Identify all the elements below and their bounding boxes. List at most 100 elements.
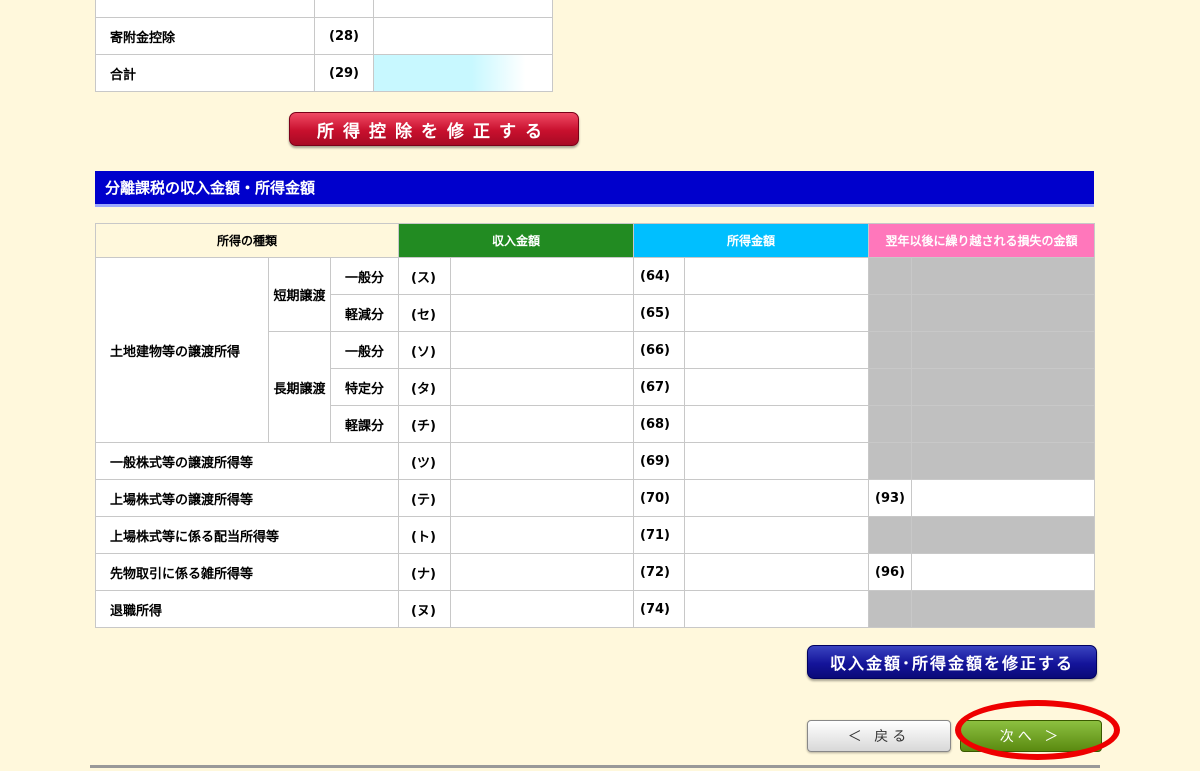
- shotoku-value: [684, 331, 869, 369]
- loss-value: [911, 590, 1095, 628]
- shotoku-value: [684, 516, 869, 554]
- income-kind-label: 上場株式等に係る配当所得等: [95, 516, 399, 554]
- shotoku-code: (68): [633, 405, 685, 443]
- shotoku-code: (72): [633, 553, 685, 591]
- income-kind-label: 退職所得: [95, 590, 399, 628]
- income-code: (テ): [398, 479, 451, 517]
- loss-code: [868, 442, 912, 480]
- deduction-table: 寄附金控除 (28) 合計 (29): [95, 0, 553, 92]
- shotoku-code: (70): [633, 479, 685, 517]
- shotoku-value: [684, 405, 869, 443]
- back-button[interactable]: ＜ 戻る: [807, 720, 951, 752]
- income-value: [450, 294, 634, 332]
- header-shotoku: 所得金額: [633, 223, 869, 258]
- shotoku-code: (67): [633, 368, 685, 406]
- shotoku-code: (69): [633, 442, 685, 480]
- shotoku-value: [684, 257, 869, 295]
- income-code: (セ): [398, 294, 451, 332]
- next-button[interactable]: 次へ ＞: [960, 720, 1102, 752]
- shotoku-value: [684, 442, 869, 480]
- shotoku-value: [684, 294, 869, 332]
- loss-code: [868, 516, 912, 554]
- income-code: (ト): [398, 516, 451, 554]
- income-value: [450, 257, 634, 295]
- table-row: 先物取引に係る雑所得等 (ナ) (72) (96): [95, 553, 1095, 591]
- shotoku-code: (64): [633, 257, 685, 295]
- sub-kind: 軽課分: [330, 405, 399, 443]
- edit-income-button[interactable]: 収入金額･所得金額を修正する: [807, 645, 1097, 679]
- short-term-label: 短期譲渡: [268, 257, 331, 332]
- header-income: 収入金額: [398, 223, 634, 258]
- deduction-code: [314, 0, 374, 18]
- income-code: (ツ): [398, 442, 451, 480]
- loss-code: [868, 405, 912, 443]
- deduction-value: [372, 17, 553, 55]
- deduction-total-value: [372, 54, 553, 92]
- loss-value: [911, 516, 1095, 554]
- edit-deduction-button[interactable]: 所得控除を修正する: [289, 112, 579, 146]
- income-value: [450, 331, 634, 369]
- income-kind-label: 上場株式等の譲渡所得等: [95, 479, 399, 517]
- shotoku-value: [684, 479, 869, 517]
- income-code: (ナ): [398, 553, 451, 591]
- table-row: 寄附金控除 (28): [95, 17, 553, 55]
- income-kind-label: 先物取引に係る雑所得等: [95, 553, 399, 591]
- table-row: 合計 (29): [95, 54, 553, 92]
- table-row: [95, 0, 553, 18]
- loss-code: [868, 257, 912, 295]
- deduction-label: 寄附金控除: [95, 17, 315, 55]
- income-code: (タ): [398, 368, 451, 406]
- shotoku-code: (66): [633, 331, 685, 369]
- income-value: [450, 516, 634, 554]
- header-loss: 翌年以後に繰り越される損失の金額: [868, 223, 1095, 258]
- land-building-label: 土地建物等の譲渡所得: [95, 257, 269, 443]
- loss-code: [868, 590, 912, 628]
- income-value: [450, 405, 634, 443]
- divider: [90, 765, 1100, 768]
- section-title: 分離課税の収入金額・所得金額: [95, 171, 1094, 207]
- table-row: 一般株式等の譲渡所得等 (ツ) (69): [95, 442, 1095, 480]
- shotoku-code: (74): [633, 590, 685, 628]
- loss-value: [911, 257, 1095, 295]
- income-code: (ソ): [398, 331, 451, 369]
- shotoku-code: (71): [633, 516, 685, 554]
- table-row: 上場株式等の譲渡所得等 (テ) (70) (93): [95, 479, 1095, 517]
- loss-value: [911, 331, 1095, 369]
- table-row: 土地建物等の譲渡所得 短期譲渡 一般分 (ス) (64): [95, 257, 1095, 443]
- sub-kind: 軽減分: [330, 294, 399, 332]
- loss-code: (93): [868, 479, 912, 517]
- income-kind-label: 一般株式等の譲渡所得等: [95, 442, 399, 480]
- deduction-label: [95, 0, 315, 18]
- income-code: (ヌ): [398, 590, 451, 628]
- income-value: [450, 368, 634, 406]
- income-code: (ス): [398, 257, 451, 295]
- loss-value: [911, 368, 1095, 406]
- income-code: (チ): [398, 405, 451, 443]
- income-value: [450, 479, 634, 517]
- deduction-code: (28): [314, 17, 374, 55]
- loss-value: [911, 442, 1095, 480]
- shotoku-value: [684, 590, 869, 628]
- loss-value: [911, 294, 1095, 332]
- header-row: 所得の種類 収入金額 所得金額 翌年以後に繰り越される損失の金額: [95, 223, 1095, 258]
- deduction-code: (29): [314, 54, 374, 92]
- loss-value: [911, 405, 1095, 443]
- sub-kind: 一般分: [330, 331, 399, 369]
- shotoku-value: [684, 368, 869, 406]
- shotoku-code: (65): [633, 294, 685, 332]
- header-kind: 所得の種類: [95, 223, 399, 258]
- deduction-label: 合計: [95, 54, 315, 92]
- loss-code: [868, 331, 912, 369]
- sub-kind: 一般分: [330, 257, 399, 295]
- table-row: 上場株式等に係る配当所得等 (ト) (71): [95, 516, 1095, 554]
- loss-value: [911, 553, 1095, 591]
- table-row: 退職所得 (ヌ) (74): [95, 590, 1095, 628]
- separate-tax-table: 所得の種類 収入金額 所得金額 翌年以後に繰り越される損失の金額 土地建物等の譲…: [95, 223, 1095, 628]
- long-term-label: 長期譲渡: [268, 331, 331, 443]
- income-value: [450, 442, 634, 480]
- loss-code: [868, 368, 912, 406]
- deduction-value: [372, 0, 553, 18]
- loss-code: (96): [868, 553, 912, 591]
- income-value: [450, 590, 634, 628]
- loss-code: [868, 294, 912, 332]
